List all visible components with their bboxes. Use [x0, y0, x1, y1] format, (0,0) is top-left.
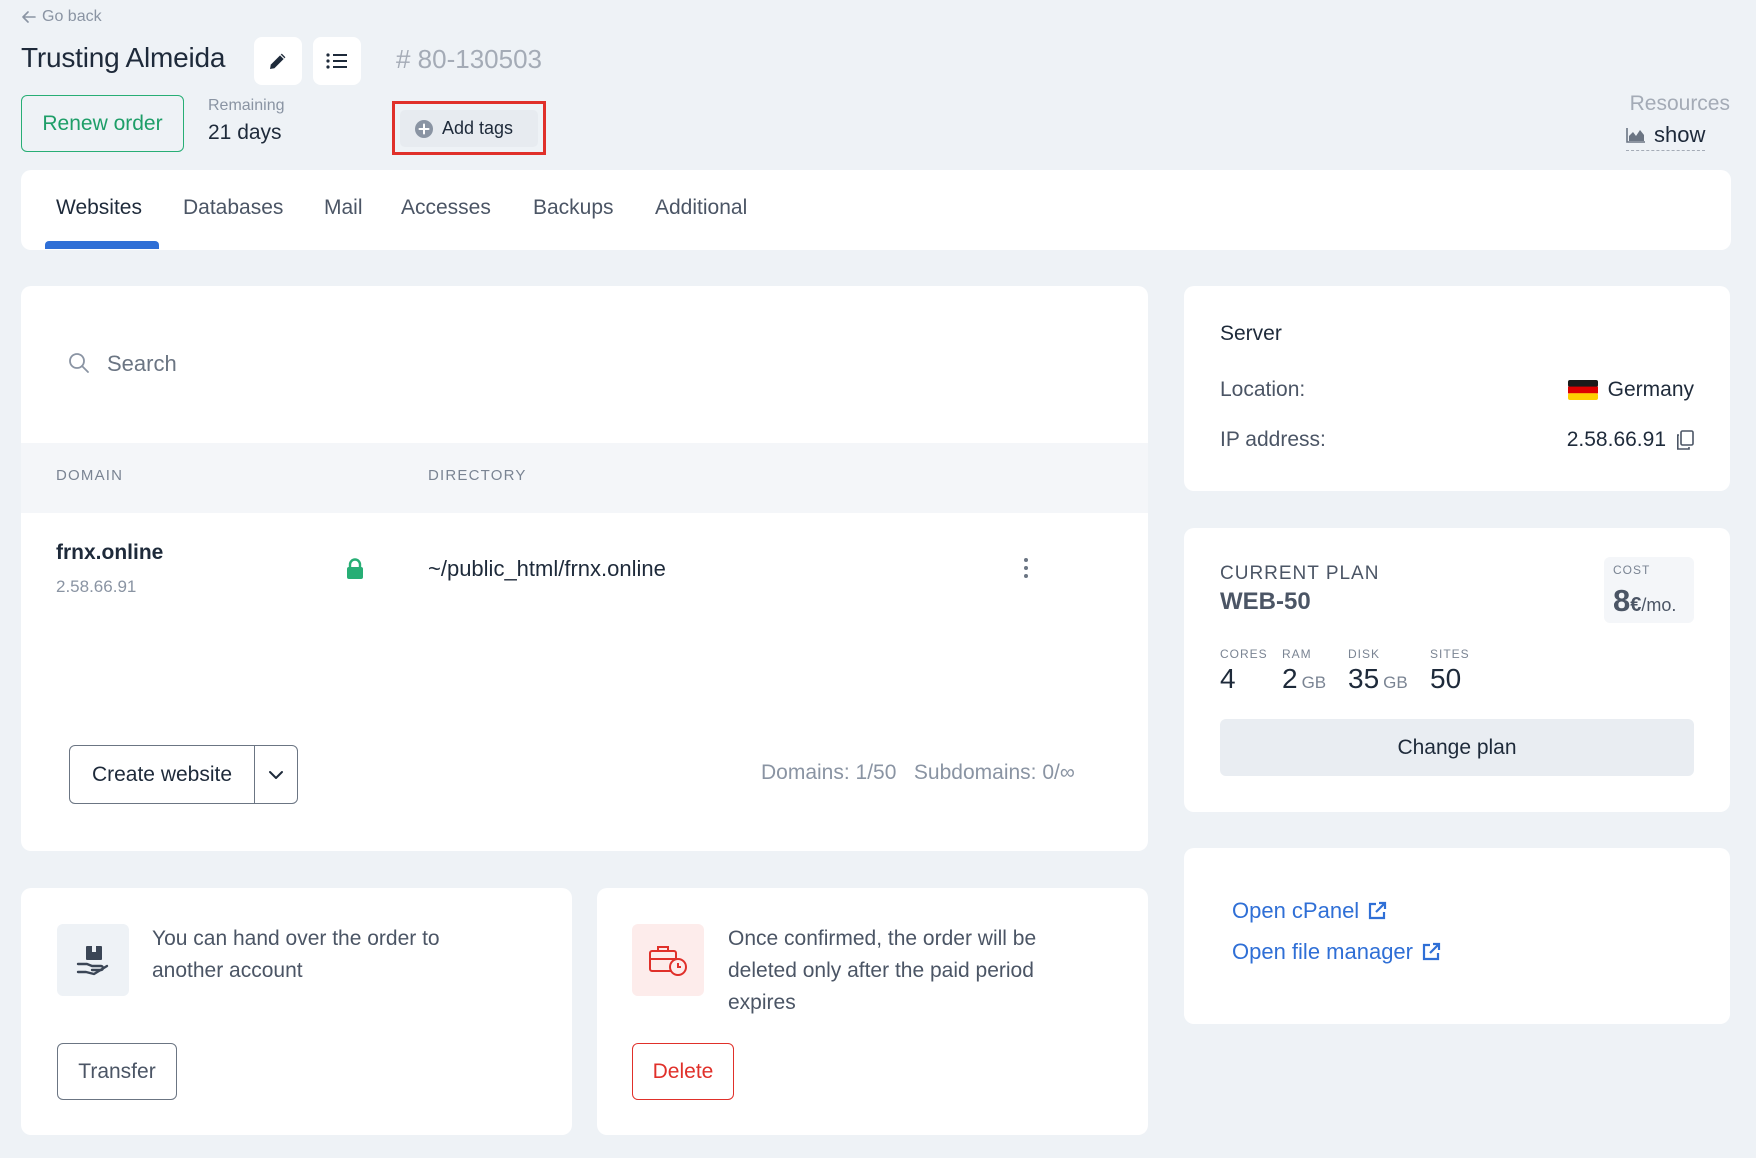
spec-value-disk: 35 GB	[1348, 663, 1408, 695]
hand-box-icon	[57, 924, 129, 996]
directory-path: ~/public_html/frnx.online	[428, 556, 666, 581]
cost-value: 8€/mo.	[1613, 583, 1676, 619]
remaining-value: 21 days	[208, 121, 282, 144]
open-cpanel-link[interactable]: Open cPanel	[1232, 898, 1387, 924]
location-value: Germany	[1567, 378, 1694, 402]
subdomains-count: Subdomains: 0/∞	[913, 761, 1075, 784]
tab-additional[interactable]: Additional	[655, 196, 747, 220]
area-chart-icon	[1626, 128, 1645, 143]
spec-value-sites: 50	[1430, 663, 1461, 695]
column-header-domain: DOMAIN	[56, 467, 124, 484]
cost-label: COST	[1613, 563, 1651, 577]
page-title: Trusting Almeida	[21, 42, 226, 73]
disk-number: 35	[1348, 663, 1380, 694]
tab-mail[interactable]: Mail	[324, 196, 363, 220]
spec-label-cores: CORES	[1220, 647, 1268, 661]
domain-link[interactable]: frnx.online	[56, 541, 163, 565]
tab-websites[interactable]: Websites	[56, 196, 142, 220]
external-link-icon	[1369, 901, 1387, 920]
server-title: Server	[1220, 322, 1282, 345]
sites-number: 50	[1430, 663, 1462, 694]
go-back-link[interactable]: Go back	[22, 8, 102, 26]
germany-flag-icon	[1567, 380, 1598, 400]
transfer-button[interactable]: Transfer	[57, 1043, 177, 1100]
cost-currency: €	[1630, 594, 1642, 616]
arrow-left-icon	[22, 11, 36, 23]
tab-accesses[interactable]: Accesses	[401, 196, 491, 220]
order-number: # 80-130503	[396, 44, 543, 74]
open-file-manager-label: Open file manager	[1232, 939, 1413, 964]
delete-description: Once confirmed, the order will be delete…	[728, 927, 1037, 1014]
row-actions-menu-icon[interactable]	[1016, 556, 1036, 585]
external-link-icon	[1422, 942, 1441, 961]
spec-value-ram: 2 GB	[1282, 663, 1326, 695]
search-input[interactable]: Search	[107, 351, 177, 377]
ip-label: IP address:	[1220, 428, 1326, 451]
transfer-description: You can hand over the order to another a…	[152, 927, 440, 982]
resources-show-toggle[interactable]: show	[1626, 122, 1706, 151]
column-header-directory: DIRECTORY	[428, 467, 527, 484]
briefcase-clock-icon	[632, 924, 704, 996]
cost-amount: 8	[1613, 583, 1631, 618]
go-back-label: Go back	[42, 8, 102, 25]
cores-number: 4	[1220, 663, 1236, 694]
domain-ip: 2.58.66.91	[56, 577, 137, 596]
tab-backups[interactable]: Backups	[533, 196, 614, 220]
renew-order-button[interactable]: Renew order	[21, 95, 184, 152]
remaining-label: Remaining	[208, 97, 285, 114]
ip-text: 2.58.66.91	[1566, 428, 1666, 451]
spec-label-disk: DISK	[1348, 647, 1381, 661]
create-website-button[interactable]: Create website	[70, 746, 255, 803]
location-label: Location:	[1220, 378, 1306, 401]
disk-unit: GB	[1383, 673, 1408, 692]
spec-value-cores: 4	[1220, 663, 1236, 695]
spec-label-sites: SITES	[1430, 647, 1470, 661]
cost-unit: /mo.	[1641, 595, 1677, 615]
chevron-down-icon	[269, 770, 283, 779]
links-card	[1184, 848, 1730, 1024]
plan-name: WEB-50	[1220, 588, 1311, 615]
resources-show-label: show	[1654, 122, 1706, 147]
open-cpanel-label: Open cPanel	[1232, 898, 1360, 923]
current-plan-label: CURRENT PLAN	[1220, 563, 1380, 584]
edit-name-button[interactable]	[254, 37, 302, 85]
add-tags-label: Add tags	[442, 118, 514, 138]
ip-value: 2.58.66.91	[1567, 428, 1694, 452]
domain-counts: Domains: 1/50 Subdomains: 0/∞	[761, 761, 1075, 785]
open-file-manager-link[interactable]: Open file manager	[1232, 939, 1441, 965]
tab-databases[interactable]: Databases	[183, 196, 283, 220]
list-icon	[326, 53, 347, 69]
list-view-button[interactable]	[313, 37, 361, 85]
copy-icon[interactable]	[1676, 430, 1694, 450]
plus-circle-icon	[415, 119, 433, 138]
resources-label: Resources	[1629, 92, 1730, 115]
create-website-dropdown[interactable]	[255, 746, 297, 803]
pencil-icon	[270, 53, 286, 69]
ram-number: 2	[1282, 663, 1298, 694]
active-tab-indicator	[45, 241, 159, 249]
table-header	[21, 443, 1148, 513]
delete-button[interactable]: Delete	[632, 1043, 734, 1100]
domains-count: Domains: 1/50	[761, 761, 897, 784]
create-website-split-button: Create website	[69, 745, 298, 804]
search-icon	[68, 352, 90, 379]
add-tags-button[interactable]: Add tags	[400, 110, 538, 147]
ssl-lock-icon	[344, 558, 366, 585]
location-text: Germany	[1607, 378, 1694, 401]
change-plan-button[interactable]: Change plan	[1220, 719, 1694, 776]
spec-label-ram: RAM	[1282, 647, 1312, 661]
ram-unit: GB	[1301, 673, 1327, 692]
